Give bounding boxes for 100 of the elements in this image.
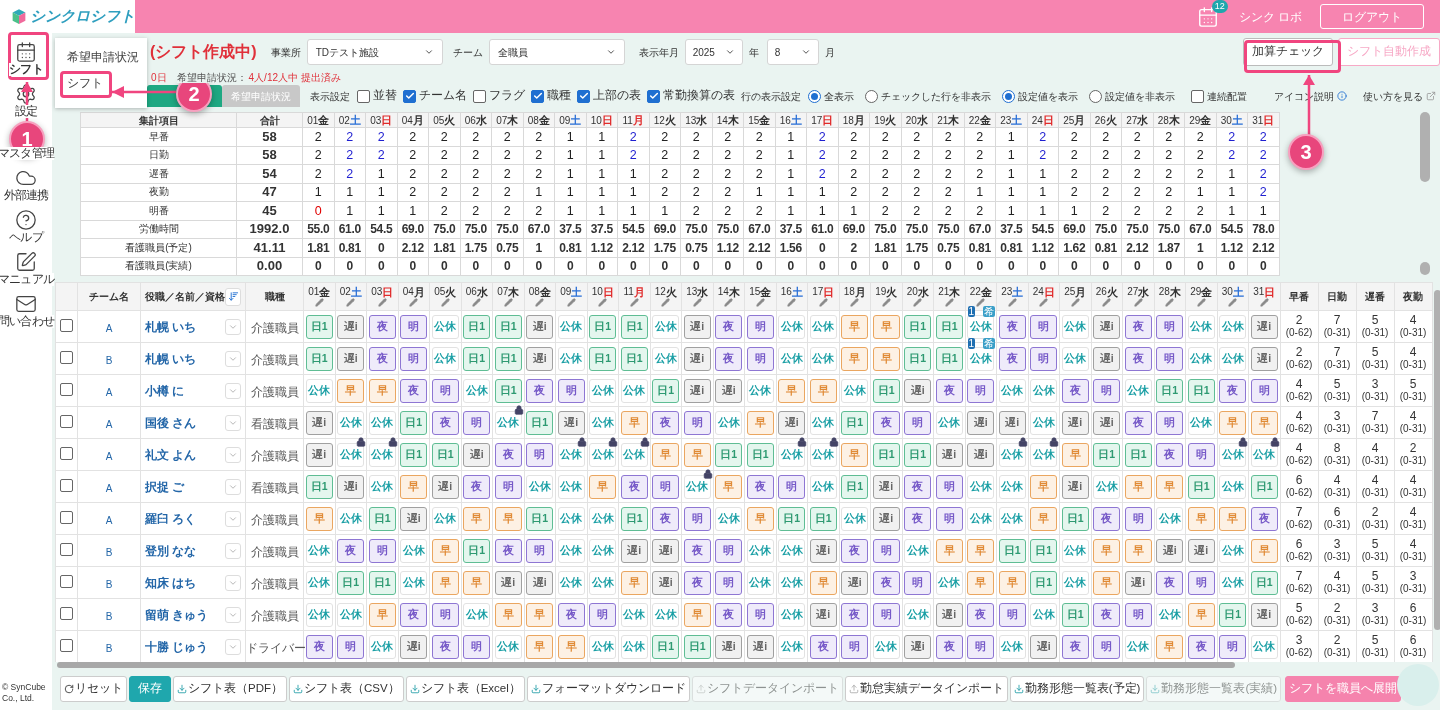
job-type-text: ドライバー (246, 641, 306, 654)
range-text: (0-62) (1285, 327, 1313, 339)
range-text: (0-62) (1285, 519, 1313, 531)
table-cell: 75.0 (712, 220, 744, 239)
table-cell: 1.75 (649, 238, 681, 257)
table-cell: 75.0 (1090, 220, 1122, 239)
count-text: 5 (1371, 538, 1379, 551)
flag-badge: 1 (967, 305, 976, 317)
count-text: 2 (1333, 634, 1341, 647)
count-text: 5 (1371, 570, 1379, 583)
table-cell: 69.0 (397, 220, 429, 239)
table-cell: 1 (586, 164, 618, 183)
table-cell: 75.0 (1121, 220, 1153, 239)
weekday-text: 金 (980, 286, 992, 298)
total-cell: 1992.0 (236, 220, 303, 239)
table-cell: 78.0 (1247, 220, 1279, 239)
table-cell: 1 (995, 164, 1027, 183)
day-number: 27 (1126, 113, 1138, 127)
table-cell: 2 (649, 146, 681, 165)
weekday-text: 水 (1138, 286, 1150, 298)
day-number: 21 (937, 113, 949, 127)
range-text: (0-31) (1361, 327, 1389, 339)
table-cell: 0 (1058, 257, 1090, 276)
table-cell: 54.5 (1027, 220, 1059, 239)
table-cell: 1 (838, 201, 870, 220)
day-number: 06 (464, 113, 476, 127)
table-cell: 2 (491, 201, 523, 220)
range-text: (0-31) (1399, 423, 1427, 435)
weekday-text: 日 (1263, 113, 1275, 127)
table-cell: 67.0 (523, 220, 555, 239)
day-number: 15 (748, 113, 760, 127)
table-cell: 75.0 (428, 220, 460, 239)
table-cell: 0.75 (680, 238, 712, 257)
table-cell: 1 (334, 183, 366, 202)
day-number: 05 (433, 113, 445, 127)
range-text: (0-62) (1285, 615, 1313, 627)
range-text: (0-31) (1323, 359, 1351, 371)
range-text: (0-62) (1285, 359, 1313, 371)
table-cell: 0 (460, 257, 492, 276)
day-number: 11 (623, 286, 634, 297)
table-cell: 2 (460, 127, 492, 146)
table-cell: 2 (1184, 127, 1216, 146)
user-name: シンク ロボ (1238, 8, 1302, 26)
range-text: (0-62) (1285, 647, 1313, 659)
table-cell: 2 (1247, 164, 1279, 183)
column-header: 職種 (245, 282, 304, 311)
table-cell: 54.5 (617, 220, 649, 239)
count-text: 4 (1409, 506, 1417, 519)
table-cell: 0 (995, 257, 1027, 276)
table-cell: 75.0 (869, 220, 901, 239)
table-cell: 2 (743, 164, 775, 183)
table-cell: 2 (1153, 146, 1185, 165)
weekday-text: 木 (949, 286, 961, 298)
table-cell: 2 (460, 164, 492, 183)
radio-label: チェックした行を非表示 (881, 89, 991, 104)
range-text: (0-31) (1361, 519, 1389, 531)
day-number: 30 (1220, 113, 1232, 127)
total-cell: 41.11 (236, 238, 303, 257)
count-text: 2 (1295, 346, 1303, 359)
day-number: 14 (717, 286, 729, 297)
table-cell: 0 (554, 257, 586, 276)
day-number: 01 (307, 113, 319, 127)
day-number: 13 (686, 286, 698, 297)
table-cell: 2 (334, 164, 366, 183)
table-cell: 1 (1027, 164, 1059, 183)
weekday-text: 木 (727, 113, 739, 127)
range-text: (0-31) (1361, 551, 1389, 563)
table-cell: 1.12 (1027, 238, 1059, 257)
table-cell: 1 (365, 183, 397, 202)
table-cell: 2 (460, 146, 492, 165)
count-text: 4 (1333, 474, 1341, 487)
day-number: 28 (1157, 113, 1169, 127)
count-text: 6 (1409, 602, 1417, 615)
row-label: 夜勤 (80, 183, 237, 202)
unit-label: 年 (748, 45, 759, 60)
total-cell: 58 (236, 146, 303, 165)
table-cell: 2 (743, 201, 775, 220)
table-cell: 2 (523, 127, 555, 146)
table-cell: 2 (1090, 183, 1122, 202)
weekday-text: 火 (665, 286, 677, 298)
table-cell: 2 (964, 201, 996, 220)
day-number: 02 (339, 286, 351, 298)
table-cell: 2 (1121, 164, 1153, 183)
table-cell: 2 (932, 164, 964, 183)
weekday-text: 水 (475, 113, 487, 127)
weekday-text: 火 (1106, 286, 1118, 298)
range-text: (0-62) (1285, 455, 1313, 467)
range-text: (0-31) (1399, 615, 1427, 627)
table-cell: 2 (869, 127, 901, 146)
filter-label: 事業所 (270, 45, 301, 60)
day-number: 10 (590, 113, 602, 127)
day-number: 25 (1064, 286, 1076, 297)
table-cell: 2 (901, 127, 933, 146)
table-cell: 2 (428, 183, 460, 202)
weekday-text: 月 (1074, 113, 1086, 127)
table-cell: 2.12 (1247, 238, 1279, 257)
day-number: 12 (654, 286, 666, 297)
weekday-text: 土 (790, 113, 802, 127)
table-cell: 2 (302, 164, 334, 183)
range-text: (0-31) (1323, 423, 1351, 435)
